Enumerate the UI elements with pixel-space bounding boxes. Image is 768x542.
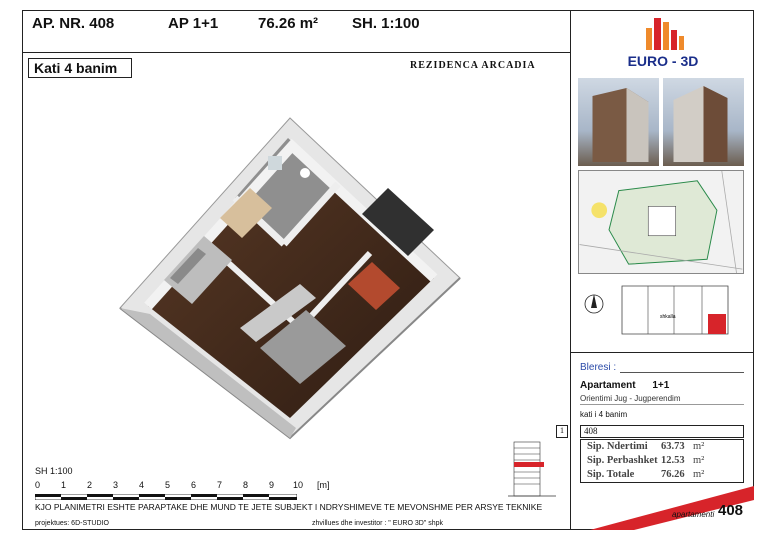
logo-text: EURO - 3D (628, 53, 699, 69)
scale-bar: SH 1:100 0 1 2 3 4 5 6 7 8 9 10 [m] (35, 466, 330, 500)
floor-label: Kati 4 banim (28, 58, 132, 78)
apartment-label: Apartament (580, 380, 636, 391)
area-row: Sip. Perbashket 12.53 m² (587, 455, 743, 468)
scale-tick: 9 (269, 480, 275, 490)
scale-unit: [m] (317, 480, 330, 490)
apartment-type-value: 1+1 (652, 380, 670, 391)
apartment-type: AP 1+1 (168, 15, 219, 32)
scale-bar-graphic (35, 494, 297, 500)
area-label: Sip. Totale (587, 469, 635, 480)
site-plan (578, 170, 744, 274)
building-render-right (663, 78, 744, 166)
area-unit: m² (693, 441, 705, 452)
building-photos (578, 78, 744, 166)
scale-tick: 5 (165, 480, 171, 490)
apartment-number-box: 408 (580, 425, 744, 438)
scale-tick: 10 (293, 480, 304, 490)
area-table: Sip. Ndertimi 63.73 m² Sip. Perbashket 1… (580, 439, 744, 483)
designer-credit: projektues: 6D-STUDIO (35, 520, 109, 527)
keyplan-label: shkalla (660, 314, 676, 320)
scale-tick: 2 (87, 480, 93, 490)
drawing-scale: SH. 1:100 (352, 15, 420, 32)
area-value: 63.73 (661, 441, 685, 452)
area-unit: m² (693, 455, 705, 466)
key-plan: shkalla (584, 285, 729, 335)
scale-tick: 8 (243, 480, 249, 490)
info-separator (570, 352, 754, 353)
project-name: REZIDENCA ARCADIA (410, 60, 536, 71)
floor-stack-diagram (508, 441, 556, 497)
buyer-label: Bleresi : (580, 362, 617, 373)
scale-ticks: 0 1 2 3 4 5 6 7 8 9 10 [m] (35, 480, 335, 492)
area-label: Sip. Perbashket (587, 455, 658, 466)
orientation: Orientimi Jug - Jugperendim (580, 394, 681, 403)
area-row: Sip. Ndertimi 63.73 m² (587, 441, 743, 454)
area-value: 76.26 (661, 469, 685, 480)
euro3d-logo: EURO - 3D (628, 18, 699, 69)
scale-tick: 1 (61, 480, 67, 490)
scale-tick: 7 (217, 480, 223, 490)
apartment-type-line: Apartament 1+1 (580, 380, 669, 391)
scale-title: SH 1:100 (35, 466, 73, 476)
area-unit: m² (693, 469, 705, 480)
badge-label: apartamenti (672, 510, 715, 519)
apartment-number: AP. NR. 408 (32, 15, 115, 32)
scale-tick: 3 (113, 480, 119, 490)
scale-tick: 6 (191, 480, 197, 490)
developer-credit: zhvillues dhe investitor : " EURO 3D" sh… (312, 520, 444, 527)
buyer-line (620, 372, 744, 373)
scale-tick: 4 (139, 480, 145, 490)
floor-plan-render (119, 117, 461, 440)
badge-number: 408 (718, 502, 744, 519)
area-value: 12.53 (661, 455, 685, 466)
floor-info: kati i 4 banim (580, 410, 628, 419)
building-render-left (578, 78, 659, 166)
apartment-area: 76.26 m² (258, 15, 319, 32)
area-row: Sip. Totale 76.26 m² (587, 469, 743, 482)
area-label: Sip. Ndertimi (587, 441, 648, 452)
scale-tick: 0 (35, 480, 41, 490)
index-box: 1 (556, 425, 568, 438)
disclaimer-notice: KJO PLANIMETRI ESHTE PARAPTAKE DHE MUND … (35, 502, 543, 512)
orientation-line (580, 404, 744, 405)
